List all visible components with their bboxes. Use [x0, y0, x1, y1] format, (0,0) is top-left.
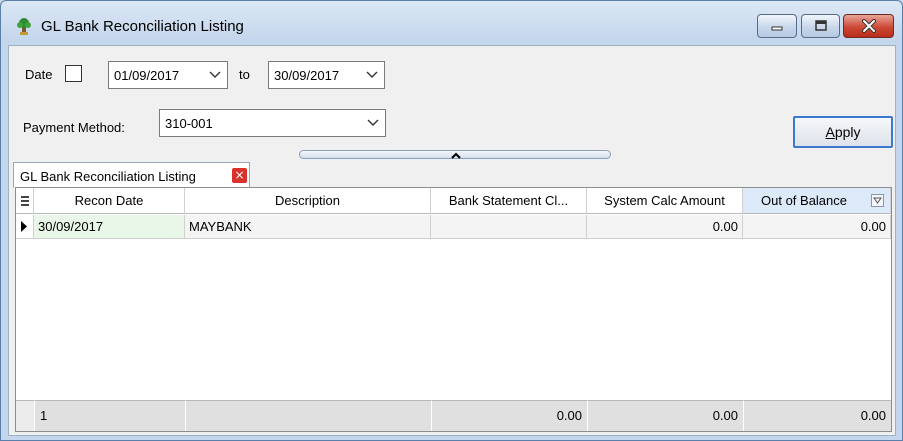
date-checkbox[interactable] — [65, 65, 82, 82]
tab-close-icon[interactable]: × — [232, 168, 247, 183]
payment-method-label: Payment Method: — [23, 120, 125, 135]
close-window-button[interactable] — [843, 14, 894, 38]
row-indicator[interactable] — [16, 215, 34, 239]
tab-gl-bank-reconciliation-listing[interactable]: GL Bank Reconciliation Listing × — [13, 162, 250, 188]
to-date-value: 30/09/2017 — [274, 68, 340, 83]
footer-system-calc-total: 0.00 — [587, 400, 743, 431]
chevron-down-icon — [367, 119, 379, 126]
from-date-value: 01/09/2017 — [114, 68, 180, 83]
column-header-bank-statement[interactable]: Bank Statement Cl... — [431, 188, 587, 214]
chevron-down-icon — [366, 71, 378, 78]
column-header-out-of-balance[interactable]: Out of Balance — [743, 188, 891, 214]
cell-description[interactable]: MAYBANK — [185, 215, 431, 239]
maximize-button[interactable] — [801, 14, 840, 38]
tab-label: GL Bank Reconciliation Listing — [20, 169, 196, 184]
reconciliation-grid: Recon Date Description Bank Statement Cl… — [15, 187, 892, 432]
cell-system-calc-amount[interactable]: 0.00 — [587, 215, 743, 239]
panel-collapse-splitter[interactable] — [299, 150, 611, 159]
payment-method-value: 310-001 — [165, 116, 213, 131]
filter-icon[interactable] — [871, 194, 884, 207]
close-icon — [861, 19, 876, 33]
client-area: Date 01/09/2017 to 30/09/2017 Payment Me… — [8, 45, 896, 436]
column-list-icon — [20, 195, 29, 206]
column-header-label: Out of Balance — [761, 193, 847, 208]
minimize-icon — [771, 26, 783, 31]
column-header-system-calc-amount[interactable]: System Calc Amount — [587, 188, 743, 214]
maximize-icon — [814, 20, 827, 31]
from-date-combo[interactable]: 01/09/2017 — [108, 61, 228, 89]
chevron-down-icon — [209, 71, 221, 78]
footer-out-of-balance-total: 0.00 — [743, 400, 891, 431]
window-title: GL Bank Reconciliation Listing — [41, 18, 244, 35]
title-bar[interactable]: GL Bank Reconciliation Listing — [1, 1, 902, 45]
to-label: to — [239, 67, 250, 82]
app-shrub-icon — [17, 18, 31, 35]
date-label: Date — [25, 67, 53, 82]
cell-recon-date[interactable]: 30/09/2017 — [34, 215, 185, 239]
column-chooser-button[interactable] — [16, 188, 34, 214]
apply-accelerator: A — [825, 124, 835, 140]
apply-button[interactable]: Apply — [793, 116, 893, 148]
to-date-combo[interactable]: 30/09/2017 — [268, 61, 385, 89]
footer-row-count: 1 — [34, 400, 185, 431]
cell-bank-statement[interactable] — [431, 215, 587, 239]
app-window: GL Bank Reconciliation Listing Date 01/0… — [0, 0, 903, 441]
footer-description-cell — [185, 400, 431, 431]
cell-out-of-balance[interactable]: 0.00 — [743, 215, 891, 239]
minimize-button[interactable] — [757, 14, 797, 38]
current-row-arrow-icon — [21, 221, 27, 232]
footer-indicator-cell — [16, 400, 34, 431]
payment-method-combo[interactable]: 310-001 — [159, 109, 386, 137]
apply-label: pply — [834, 124, 861, 140]
chevron-up-icon — [451, 152, 461, 159]
column-header-description[interactable]: Description — [185, 188, 431, 214]
footer-bank-statement-total: 0.00 — [431, 400, 587, 431]
column-header-recon-date[interactable]: Recon Date — [34, 188, 185, 214]
